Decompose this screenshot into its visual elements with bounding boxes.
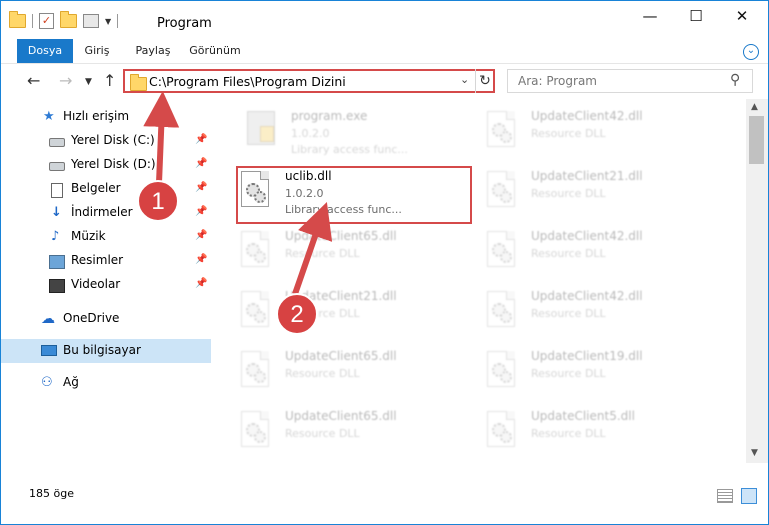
arrow-to-uclib-file [292, 201, 333, 295]
annotation-arrows [143, 91, 333, 295]
step-2-badge: 2 [276, 293, 318, 335]
explorer-window: ✓ ▼ Program — ☐ ✕ Dosya Giriş Paylaş Gör… [0, 0, 769, 525]
step-1-badge: 1 [137, 180, 179, 222]
arrow-to-address-bar [143, 91, 180, 184]
